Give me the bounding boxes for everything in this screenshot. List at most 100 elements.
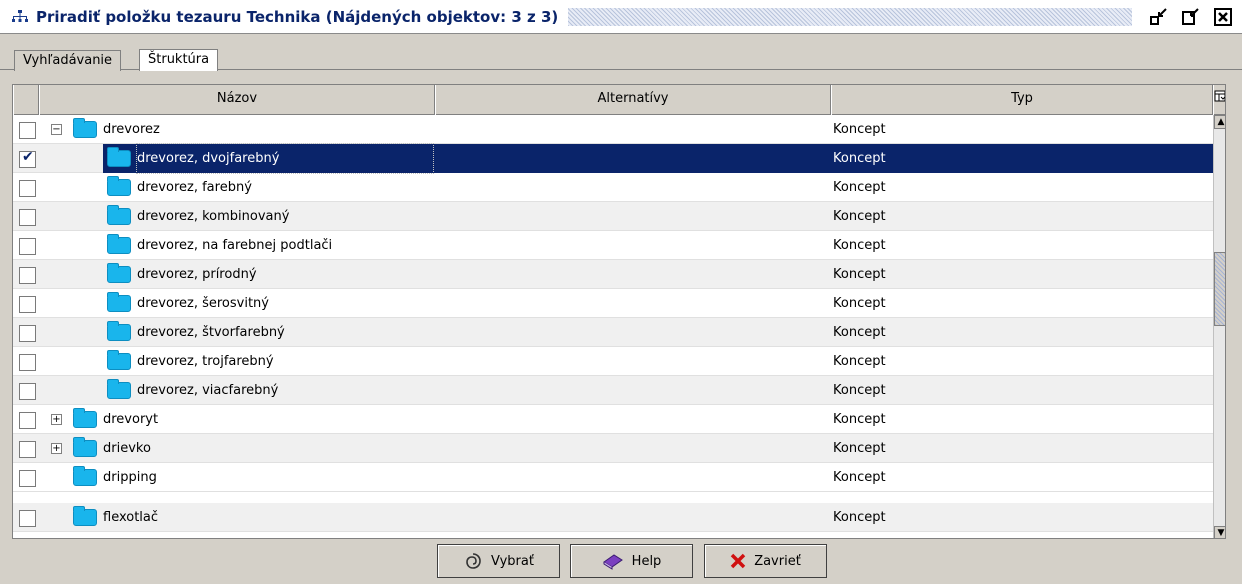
row-checkbox[interactable] bbox=[19, 325, 36, 342]
row-name: drevorez, farebný bbox=[137, 180, 252, 195]
row-name: drevorez, dvojfarebný bbox=[136, 143, 434, 174]
column-chooser-icon[interactable] bbox=[1213, 85, 1225, 115]
table-row[interactable]: − drevorez Koncept bbox=[13, 115, 1225, 144]
select-button-label: Vybrať bbox=[491, 553, 534, 569]
tab-structure[interactable]: Štruktúra bbox=[139, 49, 219, 71]
folder-icon bbox=[107, 176, 131, 196]
row-name: drevorez, na farebnej podtlači bbox=[137, 238, 333, 253]
row-type: Koncept bbox=[833, 354, 886, 369]
folder-icon bbox=[73, 437, 97, 457]
vertical-scrollbar[interactable]: ▲ ▼ bbox=[1213, 115, 1225, 538]
scrollbar-thumb[interactable] bbox=[1214, 252, 1225, 326]
scroll-down-icon[interactable]: ▼ bbox=[1214, 526, 1225, 538]
row-checkbox[interactable] bbox=[19, 510, 36, 527]
tab-search[interactable]: Vyhľadávanie bbox=[14, 50, 122, 71]
results-table: Názov Alternatívy Typ −drevorezKonceptdr… bbox=[12, 84, 1226, 539]
row-checkbox[interactable] bbox=[19, 180, 36, 197]
row-checkbox[interactable] bbox=[19, 470, 36, 487]
folder-icon bbox=[107, 292, 131, 312]
close-icon[interactable] bbox=[1210, 4, 1236, 30]
tab-strip: Vyhľadávanie Štruktúra bbox=[0, 46, 1242, 71]
title-bar: Priradiť položku tezauru Technika (Nájde… bbox=[0, 0, 1242, 34]
help-button[interactable]: Help bbox=[570, 544, 693, 578]
table-row[interactable]: drevorez, štvorfarebný Koncept bbox=[13, 318, 1225, 347]
table-header: Názov Alternatívy Typ bbox=[13, 85, 1225, 115]
row-name: drevorez, trojfarebný bbox=[137, 354, 274, 369]
minimize-icon[interactable] bbox=[1146, 4, 1172, 30]
folder-icon bbox=[107, 263, 131, 283]
folder-icon bbox=[73, 408, 97, 428]
row-type: Koncept bbox=[833, 122, 886, 137]
row-type: Koncept bbox=[833, 151, 886, 166]
row-name: drievko bbox=[103, 441, 151, 456]
row-checkbox[interactable] bbox=[19, 122, 36, 139]
close-x-icon bbox=[730, 553, 746, 569]
select-button[interactable]: Vybrať bbox=[437, 544, 560, 578]
folder-icon bbox=[73, 506, 97, 526]
row-type: Koncept bbox=[833, 180, 886, 195]
expand-icon[interactable]: + bbox=[51, 414, 62, 425]
folder-icon bbox=[107, 205, 131, 225]
close-button-label: Zavrieť bbox=[754, 553, 801, 569]
help-book-icon bbox=[602, 552, 624, 570]
folder-icon bbox=[73, 466, 97, 486]
row-type: Koncept bbox=[833, 470, 886, 485]
table-row[interactable]: flexotlač Koncept bbox=[13, 503, 1225, 532]
row-type: Koncept bbox=[833, 238, 886, 253]
row-name: drevorez, šerosvitný bbox=[137, 296, 269, 311]
row-type: Koncept bbox=[833, 296, 886, 311]
folder-icon bbox=[107, 350, 131, 370]
row-name: flexotlač bbox=[103, 510, 159, 525]
button-bar: Vybrať Help Zavrieť bbox=[0, 544, 1242, 584]
close-button[interactable]: Zavrieť bbox=[704, 544, 827, 578]
row-checkbox[interactable] bbox=[19, 238, 36, 255]
row-name: drevorez, štvorfarebný bbox=[137, 325, 285, 340]
row-type: Koncept bbox=[833, 209, 886, 224]
row-checkbox[interactable] bbox=[19, 209, 36, 226]
table-row[interactable]: drevorez, na farebnej podtlači Koncept bbox=[13, 231, 1225, 260]
table-row[interactable]: drevorez, prírodný Koncept bbox=[13, 260, 1225, 289]
row-checkbox[interactable] bbox=[19, 441, 36, 458]
row-checkbox[interactable] bbox=[19, 354, 36, 371]
row-type: Koncept bbox=[833, 441, 886, 456]
title-drag-area[interactable] bbox=[568, 7, 1132, 26]
row-checkbox[interactable] bbox=[19, 149, 36, 168]
scroll-up-icon[interactable]: ▲ bbox=[1214, 115, 1225, 129]
row-type: Koncept bbox=[833, 267, 886, 282]
table-row[interactable]: + drievko Koncept bbox=[13, 434, 1225, 463]
table-body: − drevorez Koncept drevorez, dvojfarebný Kon… bbox=[13, 115, 1225, 532]
window-title: Priradiť položku tezauru Technika (Nájde… bbox=[36, 7, 559, 26]
row-type: Koncept bbox=[833, 325, 886, 340]
row-checkbox[interactable] bbox=[19, 296, 36, 313]
row-name: dripping bbox=[103, 470, 157, 485]
folder-icon bbox=[107, 234, 131, 254]
row-type: Koncept bbox=[833, 510, 886, 525]
row-checkbox[interactable] bbox=[19, 267, 36, 284]
header-checkbox-column bbox=[13, 85, 39, 115]
row-checkbox[interactable] bbox=[19, 383, 36, 400]
table-row[interactable]: drevorez, dvojfarebný Koncept bbox=[13, 143, 1225, 174]
table-row[interactable]: drevorez, farebný Koncept bbox=[13, 173, 1225, 202]
row-type: Koncept bbox=[833, 412, 886, 427]
row-name: drevorez, viacfarebný bbox=[137, 383, 279, 398]
header-alternatives[interactable]: Alternatívy bbox=[435, 85, 831, 115]
header-name[interactable]: Názov bbox=[39, 85, 435, 115]
collapse-icon[interactable]: − bbox=[51, 124, 62, 135]
folder-icon bbox=[107, 147, 131, 167]
table-row[interactable]: drevorez, viacfarebný Koncept bbox=[13, 376, 1225, 405]
table-row[interactable]: drevorez, kombinovaný Koncept bbox=[13, 202, 1225, 231]
table-row[interactable]: dripping Koncept bbox=[13, 463, 1225, 492]
header-type[interactable]: Typ bbox=[831, 85, 1213, 115]
restore-icon[interactable] bbox=[1178, 4, 1204, 30]
table-row[interactable]: + drevoryt Koncept bbox=[13, 405, 1225, 434]
table-row[interactable]: drevorez, trojfarebný Koncept bbox=[13, 347, 1225, 376]
row-checkbox[interactable] bbox=[19, 412, 36, 429]
folder-icon bbox=[107, 379, 131, 399]
tree-structure-icon bbox=[8, 5, 32, 29]
expand-icon[interactable]: + bbox=[51, 443, 62, 454]
row-name: drevorez, kombinovaný bbox=[137, 209, 290, 224]
row-name: drevoryt bbox=[103, 412, 159, 427]
table-row[interactable]: drevorez, šerosvitný Koncept bbox=[13, 289, 1225, 318]
help-button-label: Help bbox=[631, 553, 662, 569]
row-name: drevorez bbox=[103, 122, 160, 137]
